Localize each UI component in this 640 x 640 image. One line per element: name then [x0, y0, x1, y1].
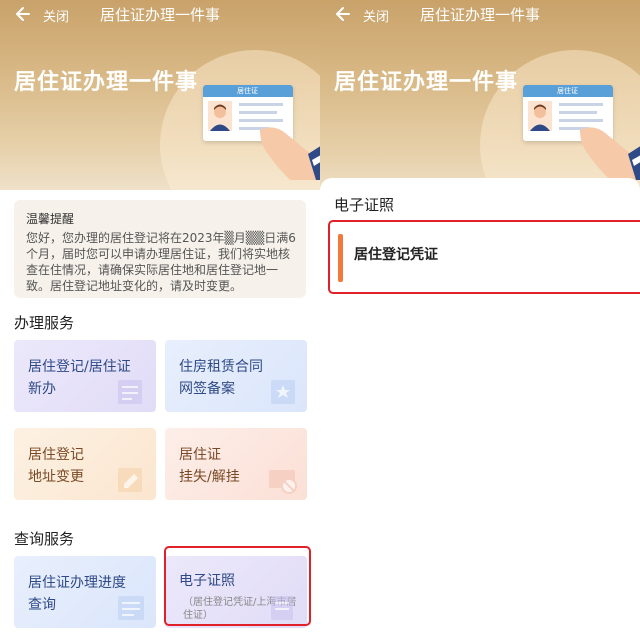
certificate-icon: [271, 380, 295, 404]
hero-title: 居住证办理一件事: [334, 70, 519, 95]
edit-form-icon: [118, 468, 142, 492]
hand-icon: [580, 127, 640, 180]
tile-progress-query[interactable]: 居住证办理进度 查询: [14, 556, 156, 628]
hand-icon: [260, 127, 320, 180]
highlight-cert-item: [328, 220, 640, 294]
tile-residence-new[interactable]: 居住登记/居住证 新办: [14, 340, 156, 412]
close-button[interactable]: 关闭: [43, 6, 69, 25]
left-screen: 关闭 居住证办理一件事 居住证办理一件事 居住证 温馨提醒 您好，您办理的居住登…: [0, 0, 320, 640]
top-bar: 关闭 居住证办理一件事: [320, 0, 640, 30]
highlight-e-certificate: [164, 546, 311, 626]
id-card-header: 居住证: [237, 87, 258, 95]
topbar-title: 居住证办理一件事: [420, 6, 541, 24]
close-button[interactable]: 关闭: [363, 6, 389, 25]
right-screen: 关闭 居住证办理一件事 居住证办理一件事 居住证 电子证照 居住登记凭证: [320, 0, 640, 640]
form-icon: [118, 380, 142, 404]
tile-loss-report[interactable]: 居住证 挂失/解挂: [165, 428, 307, 500]
id-card-header: 居住证: [557, 87, 578, 95]
notice-text: 您好，您办理的居住登记将在2023年▒月▒▒日满6个月，届时您可以申请办理居住证…: [26, 231, 296, 293]
card-block-icon: [269, 470, 297, 494]
topbar-title: 居住证办理一件事: [100, 6, 221, 24]
top-bar: 关闭 居住证办理一件事: [0, 0, 320, 30]
avatar-icon: [208, 101, 232, 131]
sheet-title: 电子证照: [334, 196, 395, 214]
services-title: 办理服务: [14, 314, 75, 332]
avatar-icon: [528, 101, 552, 131]
query-title: 查询服务: [14, 530, 75, 548]
back-arrow-icon[interactable]: [333, 4, 353, 24]
tile-lease-contract[interactable]: 住房租赁合同 网签备案: [165, 340, 307, 412]
hero-title: 居住证办理一件事: [14, 70, 199, 95]
back-arrow-icon[interactable]: [13, 4, 33, 24]
hero-banner: 关闭 居住证办理一件事 居住证办理一件事 居住证: [320, 0, 640, 200]
notice-title: 温馨提醒: [26, 212, 75, 226]
e-cert-sheet: 电子证照 居住登记凭证: [320, 178, 640, 640]
notice-box: 温馨提醒 您好，您办理的居住登记将在2023年▒月▒▒日满6个月，届时您可以申请…: [14, 200, 306, 298]
tile-address-change[interactable]: 居住登记 地址变更: [14, 428, 156, 500]
progress-icon: [118, 596, 144, 620]
hero-banner: 关闭 居住证办理一件事 居住证办理一件事 居住证: [0, 0, 320, 190]
